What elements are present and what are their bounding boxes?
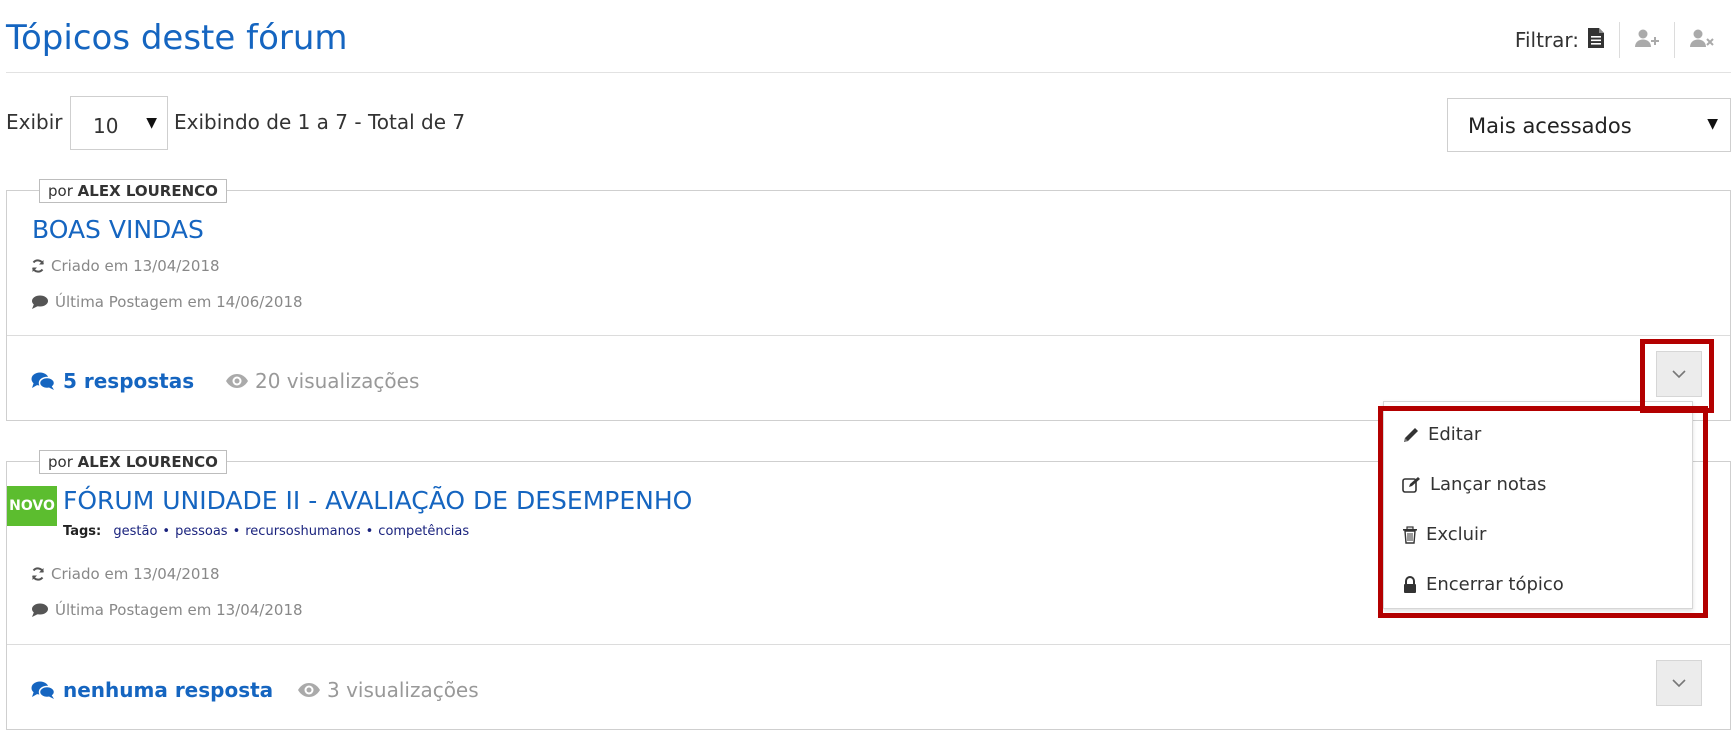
filter-label: Filtrar: bbox=[1514, 28, 1579, 52]
views-label: 3 visualizações bbox=[327, 678, 479, 702]
created-meta: Criado em 13/04/2018 bbox=[31, 565, 220, 583]
views-label: 20 visualizações bbox=[255, 369, 420, 393]
created-date: Criado em 13/04/2018 bbox=[51, 257, 220, 275]
per-page-value: 10 bbox=[93, 114, 119, 138]
header-divider bbox=[6, 72, 1731, 73]
tag-separator: • bbox=[365, 524, 374, 539]
refresh-icon bbox=[32, 567, 44, 581]
eye-icon bbox=[226, 374, 248, 388]
user-plus-icon[interactable] bbox=[1634, 28, 1660, 52]
created-date: Criado em 13/04/2018 bbox=[51, 565, 220, 583]
chevron-down-icon bbox=[1672, 678, 1686, 687]
eye-icon bbox=[298, 683, 320, 697]
author-name: ALEX LOURENCO bbox=[77, 453, 218, 471]
per-page-select[interactable]: 10 ▼ bbox=[70, 96, 168, 150]
comment-icon bbox=[32, 295, 48, 309]
highlight-menu-annotation bbox=[1378, 406, 1708, 618]
tag-link[interactable]: gestão bbox=[113, 524, 157, 539]
last-post-date: Última Postagem em 14/06/2018 bbox=[55, 293, 303, 311]
page-title: Tópicos deste fórum bbox=[6, 18, 348, 58]
tag-separator: • bbox=[162, 524, 171, 539]
show-label: Exibir bbox=[6, 110, 63, 134]
comment-icon bbox=[32, 603, 48, 617]
filter-bar: Filtrar: bbox=[1515, 22, 1715, 58]
last-post-meta: Última Postagem em 13/04/2018 bbox=[31, 601, 303, 619]
topic-title[interactable]: BOAS VINDAS bbox=[32, 215, 204, 244]
topic-card: por ALEX LOURENCO BOAS VINDAS Criado em … bbox=[6, 179, 1731, 421]
tag-link[interactable]: recursoshumanos bbox=[245, 524, 360, 539]
filter-divider bbox=[1619, 22, 1620, 58]
topic-title[interactable]: FÓRUM UNIDADE II - AVALIAÇÃO DE DESEMPEN… bbox=[63, 486, 692, 515]
tag-link[interactable]: pessoas bbox=[175, 524, 228, 539]
views-count: 3 visualizações bbox=[297, 678, 479, 702]
author-prefix: por bbox=[48, 453, 73, 471]
created-meta: Criado em 13/04/2018 bbox=[31, 257, 220, 275]
tag-separator: • bbox=[232, 524, 241, 539]
listing-controls: Exibir 10 ▼ Exibindo de 1 a 7 - Total de… bbox=[6, 96, 1731, 152]
last-post-meta: Última Postagem em 14/06/2018 bbox=[31, 293, 303, 311]
views-count: 20 visualizações bbox=[225, 369, 419, 393]
replies-count: nenhuma resposta bbox=[63, 678, 274, 702]
replies-link[interactable]: nenhuma resposta bbox=[31, 678, 273, 702]
topic-actions-toggle[interactable] bbox=[1656, 660, 1702, 706]
replies-link[interactable]: 5 respostas bbox=[31, 369, 194, 393]
sort-select[interactable]: Mais acessados ▼ bbox=[1447, 98, 1731, 152]
caret-down-icon: ▼ bbox=[146, 115, 157, 131]
comments-icon bbox=[31, 681, 55, 699]
page-header: Tópicos deste fórum Filtrar: bbox=[0, 0, 1735, 74]
topic-author: por ALEX LOURENCO bbox=[39, 179, 227, 203]
paging-info: Exibindo de 1 a 7 - Total de 7 bbox=[174, 110, 466, 134]
replies-count: 5 respostas bbox=[63, 369, 195, 393]
topic-tags: Tags: gestão • pessoas • recursoshumanos • com… bbox=[63, 524, 469, 539]
card-divider bbox=[7, 335, 1730, 336]
caret-down-icon: ▼ bbox=[1707, 116, 1718, 132]
sort-value: Mais acessados bbox=[1468, 114, 1632, 138]
highlight-toggle-annotation bbox=[1640, 339, 1714, 413]
comments-icon bbox=[31, 372, 55, 390]
user-remove-icon[interactable] bbox=[1689, 28, 1715, 52]
card-divider bbox=[7, 644, 1730, 645]
topic-author: por ALEX LOURENCO bbox=[39, 450, 227, 474]
last-post-date: Última Postagem em 13/04/2018 bbox=[55, 601, 303, 619]
author-name: ALEX LOURENCO bbox=[77, 182, 218, 200]
new-badge: NOVO bbox=[7, 486, 57, 526]
document-icon[interactable] bbox=[1587, 27, 1605, 53]
filter-divider bbox=[1674, 22, 1675, 58]
refresh-icon bbox=[32, 259, 44, 273]
tags-label: Tags: bbox=[63, 524, 102, 539]
author-prefix: por bbox=[48, 182, 73, 200]
tag-link[interactable]: competências bbox=[378, 524, 469, 539]
